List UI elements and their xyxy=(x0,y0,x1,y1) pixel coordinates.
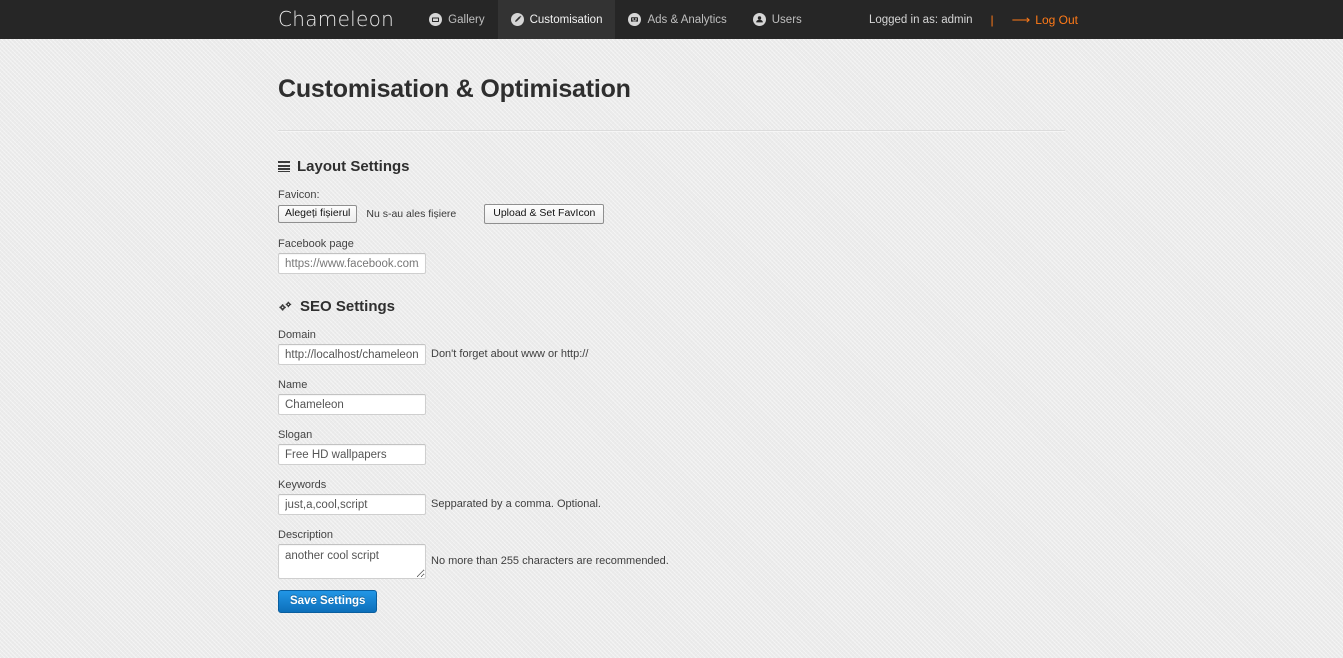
page-title: Customisation & Optimisation xyxy=(278,75,631,103)
facebook-page-label: Facebook page xyxy=(278,238,354,250)
cogs-icon xyxy=(278,300,293,313)
domain-field-group: Domain Don't forget about www or http:// xyxy=(278,329,1065,365)
nav-user-area: Logged in as: admin | ⟶ Log Out xyxy=(869,0,1343,39)
slogan-field-group: Slogan xyxy=(278,429,1065,465)
name-input[interactable] xyxy=(278,394,426,415)
facebook-field-group: Facebook page xyxy=(278,238,1065,274)
upload-set-favicon-button[interactable]: Upload & Set FavIcon xyxy=(484,204,605,224)
domain-input[interactable] xyxy=(278,344,426,365)
domain-label: Domain xyxy=(278,329,316,341)
logged-in-status: Logged in as: admin xyxy=(868,13,973,26)
layout-settings-heading-label: Layout Settings xyxy=(297,158,410,175)
domain-hint: Don't forget about www or http:// xyxy=(431,348,589,360)
favicon-file-status: Nu s-au ales fișiere xyxy=(366,208,457,220)
name-field-group: Name xyxy=(278,379,1065,415)
logout-button[interactable]: ⟶ Log Out xyxy=(1012,13,1078,27)
image-icon xyxy=(429,13,443,26)
nav-item-users[interactable]: Users xyxy=(740,0,815,39)
nav-item-label: Users xyxy=(771,13,802,26)
layout-settings-heading: Layout Settings xyxy=(278,158,1065,175)
nav-menu: Gallery Customisation Ads & Analytics Us… xyxy=(416,0,815,39)
nav-item-gallery[interactable]: Gallery xyxy=(416,0,497,39)
pencil-icon xyxy=(510,13,524,26)
save-settings-button[interactable]: Save Settings xyxy=(278,590,378,613)
facebook-page-input[interactable] xyxy=(278,253,426,274)
keywords-label: Keywords xyxy=(278,479,327,491)
description-hint: No more than 255 characters are recommen… xyxy=(431,555,669,567)
megaphone-icon xyxy=(628,13,642,26)
nav-item-ads-analytics[interactable]: Ads & Analytics xyxy=(615,0,739,39)
description-field-group: Description No more than 255 characters … xyxy=(278,529,1065,579)
logout-label: Log Out xyxy=(1035,12,1078,27)
keywords-hint: Sepparated by a comma. Optional. xyxy=(431,498,601,510)
title-divider xyxy=(278,130,1065,132)
keywords-input[interactable] xyxy=(278,494,426,515)
nav-item-customisation[interactable]: Customisation xyxy=(497,0,616,39)
description-label: Description xyxy=(278,529,334,541)
nav-item-label: Ads & Analytics xyxy=(647,13,727,26)
nav-item-label: Customisation xyxy=(529,13,603,26)
seo-settings-heading-label: SEO Settings xyxy=(300,298,396,315)
slogan-input[interactable] xyxy=(278,444,426,465)
brand-logo[interactable]: Chameleon xyxy=(278,0,416,39)
keywords-field-group: Keywords Sepparated by a comma. Optional… xyxy=(278,479,1065,515)
page-container: Customisation & Optimisation Layout Sett… xyxy=(0,75,1343,658)
favicon-file-input-button[interactable]: Alegeți fișierul xyxy=(278,205,358,223)
nav-item-label: Gallery xyxy=(448,13,485,26)
arrow-right-icon: ⟶ xyxy=(1011,12,1031,27)
list-icon xyxy=(278,161,290,172)
favicon-field-group: Favicon: Alegeți fișierul Nu s-au ales f… xyxy=(278,189,1065,224)
top-navbar: Chameleon Gallery Customisation Ads & An… xyxy=(0,0,1343,39)
seo-settings-heading: SEO Settings xyxy=(278,298,1065,315)
name-label: Name xyxy=(278,379,308,391)
nav-separator: | xyxy=(990,12,994,27)
slogan-label: Slogan xyxy=(278,429,313,441)
favicon-label: Favicon: xyxy=(278,189,320,201)
description-textarea[interactable] xyxy=(278,544,426,579)
user-icon xyxy=(752,13,766,26)
